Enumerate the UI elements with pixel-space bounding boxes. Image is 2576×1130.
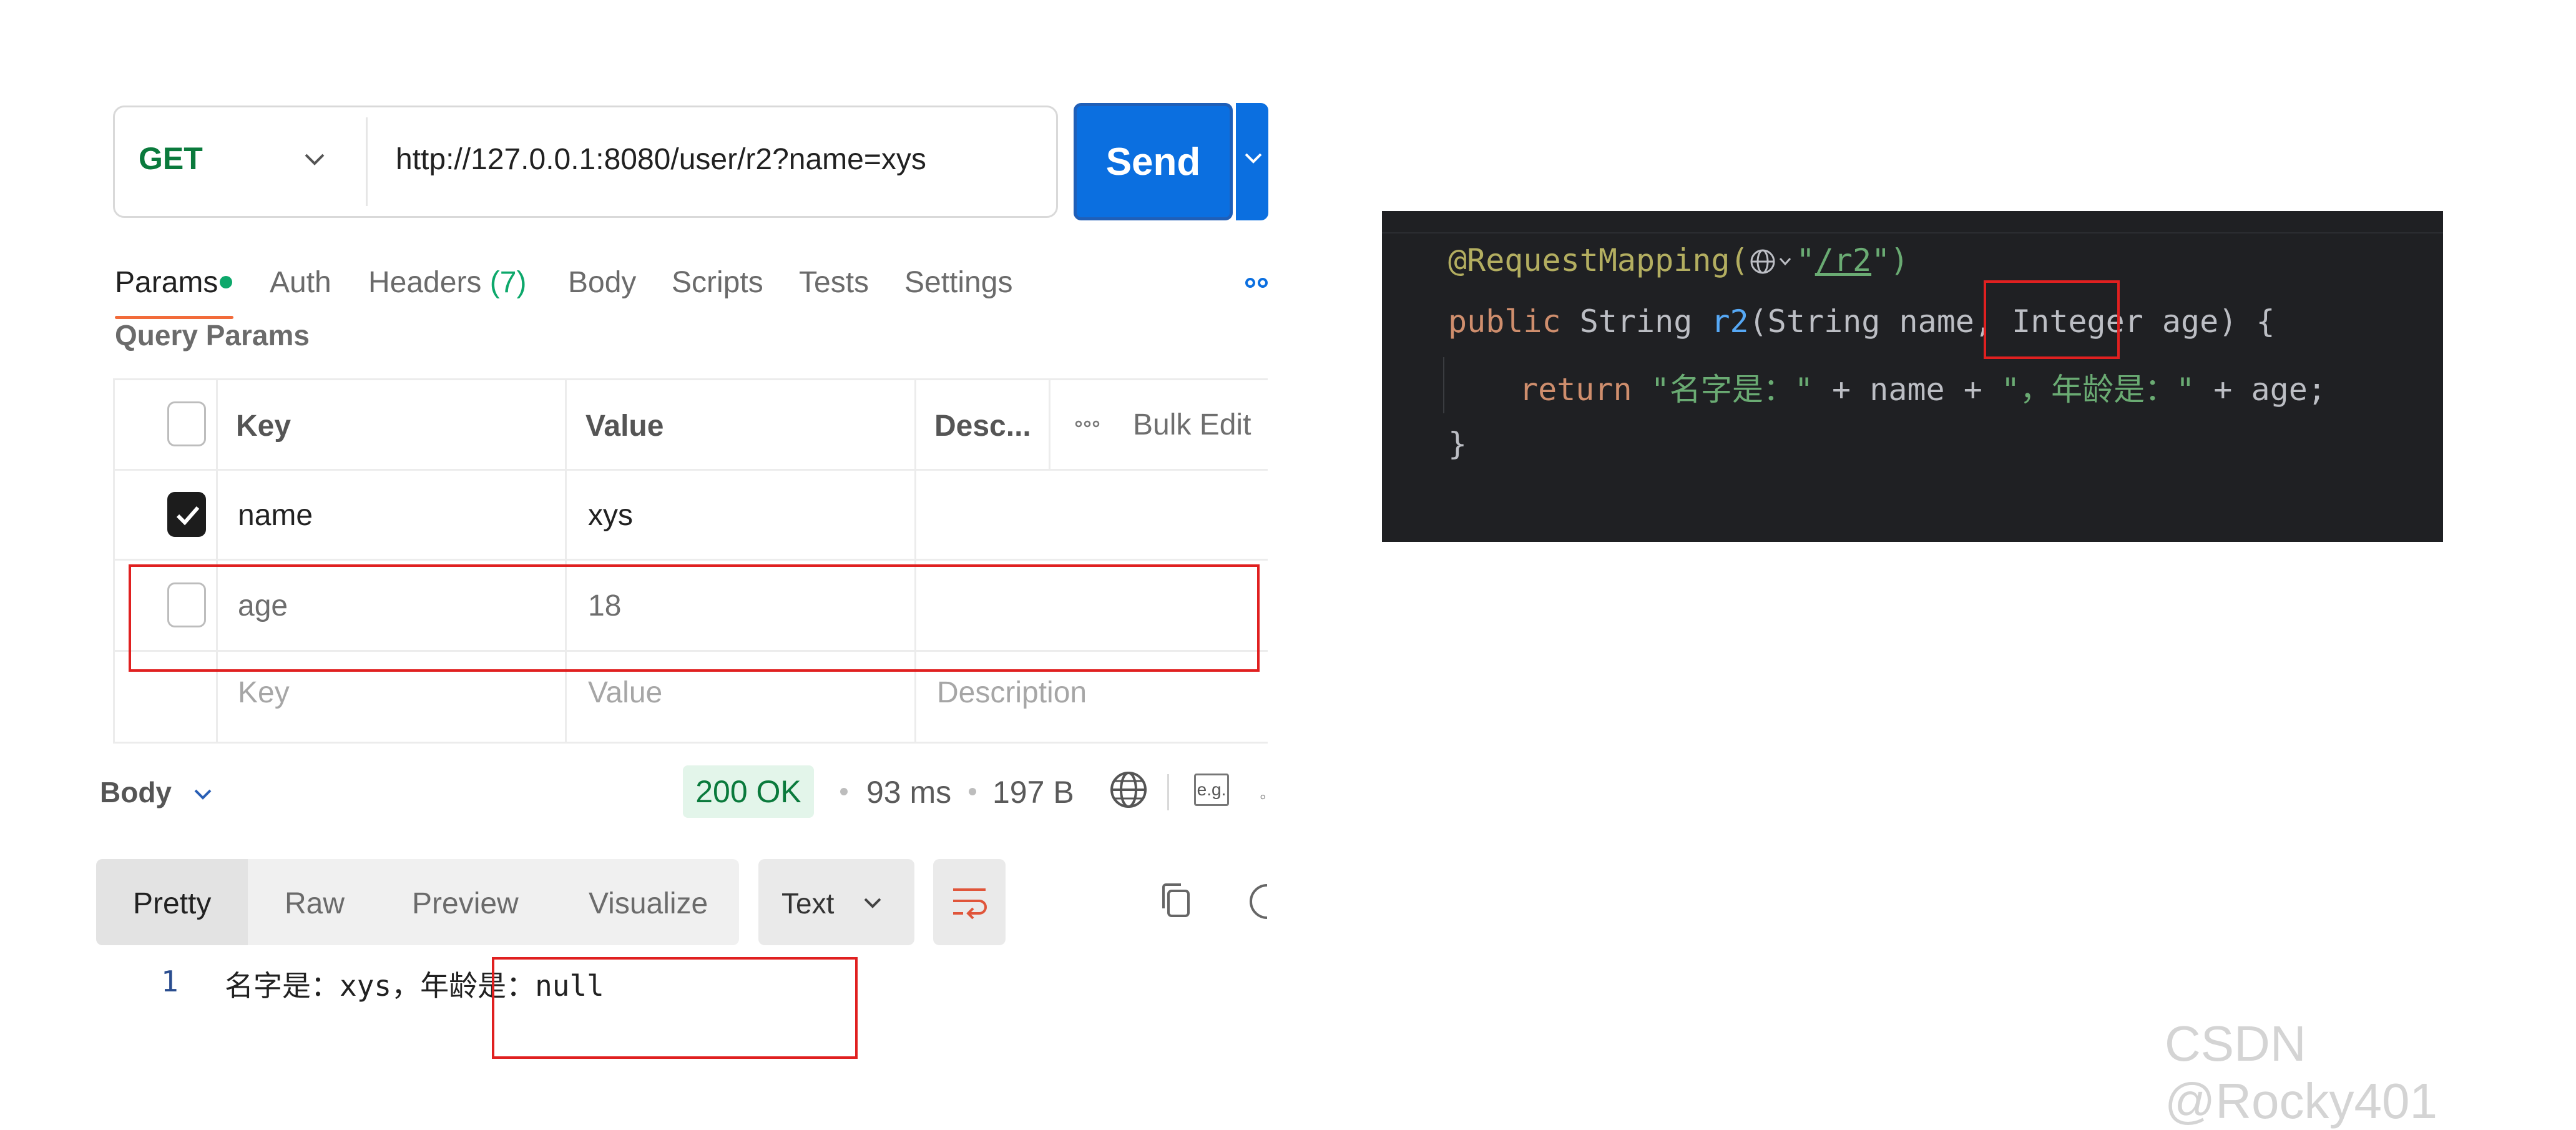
- indent-guide: [1443, 357, 1444, 413]
- more-horizontal-icon[interactable]: [1075, 420, 1100, 431]
- tab-tests[interactable]: Tests: [799, 265, 869, 300]
- code-line-4: }: [1448, 426, 1467, 462]
- code-text: "): [1871, 242, 1909, 278]
- more-horizontal-icon[interactable]: [1245, 277, 1268, 292]
- tab-auth[interactable]: Auth: [270, 265, 331, 300]
- highlight-box-null: [492, 957, 858, 1059]
- view-tab-visualize[interactable]: Visualize: [589, 887, 708, 921]
- code-string: "，年龄是：": [2001, 371, 2195, 408]
- column-header-value: Value: [585, 410, 664, 443]
- save-example-icon[interactable]: e.g.: [1194, 774, 1229, 806]
- code-text: String: [1560, 303, 1712, 340]
- view-tab-pretty[interactable]: Pretty: [133, 887, 211, 921]
- url-divider: [366, 117, 368, 206]
- code-text: + name +: [1813, 371, 2001, 408]
- response-body-select[interactable]: Body: [100, 775, 172, 809]
- watermark: CSDN @Rocky401: [2165, 1016, 2437, 1129]
- code-text: age) {: [2143, 303, 2275, 340]
- code-text: + age;: [2195, 371, 2326, 408]
- param-key[interactable]: name: [238, 498, 313, 533]
- tab-settings[interactable]: Settings: [904, 265, 1012, 300]
- bulk-edit-button[interactable]: Bulk Edit: [1133, 408, 1251, 442]
- url-input[interactable]: http://127.0.0.1:8080/user/r2?name=xys: [396, 142, 926, 177]
- param-value[interactable]: xys: [588, 498, 633, 533]
- code-line-1: @RequestMapping( "/r2"): [1448, 242, 1909, 278]
- response-size[interactable]: 197 B: [992, 774, 1074, 810]
- status-badge[interactable]: 200 OK: [683, 765, 814, 818]
- tab-params[interactable]: Params: [115, 265, 218, 300]
- word-wrap-icon: [953, 888, 987, 920]
- params-active-dot: [220, 276, 232, 288]
- highlight-box-age-row: [129, 564, 1260, 672]
- table-divider: [1049, 378, 1050, 469]
- method-select[interactable]: GET: [139, 140, 203, 177]
- new-value-input[interactable]: Value: [588, 676, 662, 710]
- code-text: (String name,: [1748, 303, 2012, 340]
- globe-icon: [1750, 249, 1791, 274]
- column-header-description: Desc...: [934, 410, 1031, 443]
- chevron-down-icon[interactable]: [302, 147, 327, 172]
- table-border: [113, 378, 1268, 380]
- code-path-link[interactable]: /r2: [1815, 242, 1871, 278]
- view-tab-preview[interactable]: Preview: [412, 887, 519, 921]
- chevron-down-icon[interactable]: [861, 892, 884, 917]
- table-divider: [565, 378, 567, 744]
- chevron-down-icon[interactable]: [192, 783, 214, 808]
- table-border: [113, 742, 1268, 744]
- more-options-icon[interactable]: ◦: [1260, 787, 1266, 808]
- column-header-key: Key: [236, 410, 291, 443]
- response-time[interactable]: 93 ms: [866, 774, 951, 810]
- param-checkbox-name[interactable]: [167, 492, 206, 537]
- send-button[interactable]: Send: [1074, 103, 1233, 220]
- code-line-3: return "名字是：" + name + "，年龄是：" + age;: [1519, 365, 2326, 410]
- tab-body[interactable]: Body: [568, 265, 636, 300]
- code-quote: ": [1796, 242, 1815, 278]
- code-keyword: return: [1519, 371, 1651, 408]
- code-line-2: public String r2(String name, Integer ag…: [1448, 303, 2275, 340]
- view-tab-raw[interactable]: Raw: [285, 887, 345, 921]
- search-icon[interactable]: [1248, 882, 1268, 925]
- send-options-button[interactable]: [1236, 103, 1268, 220]
- separator-dot: [969, 788, 976, 795]
- copy-icon[interactable]: [1158, 881, 1193, 924]
- code-string: "名字是：": [1650, 371, 1813, 408]
- code-method-name: r2: [1711, 303, 1749, 340]
- tab-headers-label: Headers: [368, 266, 482, 299]
- code-annotation: @RequestMapping(: [1448, 242, 1749, 278]
- editor-divider: [1382, 232, 2443, 233]
- table-divider: [113, 559, 1268, 561]
- table-divider: [914, 378, 916, 744]
- code-keyword: public: [1448, 303, 1561, 340]
- table-divider: [216, 378, 218, 744]
- new-description-input[interactable]: Description: [937, 676, 1087, 710]
- separator-dot: [840, 788, 848, 795]
- section-title: Query Params: [115, 319, 310, 351]
- tab-scripts[interactable]: Scripts: [672, 265, 763, 300]
- globe-icon[interactable]: [1109, 770, 1148, 813]
- chevron-down-icon: [1245, 153, 1262, 164]
- toolbar-divider: [1167, 774, 1169, 810]
- table-divider: [113, 469, 1268, 471]
- line-number: 1: [161, 965, 179, 998]
- format-select-value[interactable]: Text: [781, 887, 834, 920]
- headers-count: (7): [489, 266, 527, 299]
- new-key-input[interactable]: Key: [238, 676, 290, 710]
- select-all-checkbox[interactable]: [167, 401, 206, 446]
- highlight-box-integer: [1984, 280, 2120, 359]
- word-wrap-button[interactable]: [933, 859, 1006, 945]
- checkmark-icon: [176, 506, 200, 526]
- table-border: [113, 378, 115, 744]
- tab-headers[interactable]: Headers (7): [368, 265, 526, 300]
